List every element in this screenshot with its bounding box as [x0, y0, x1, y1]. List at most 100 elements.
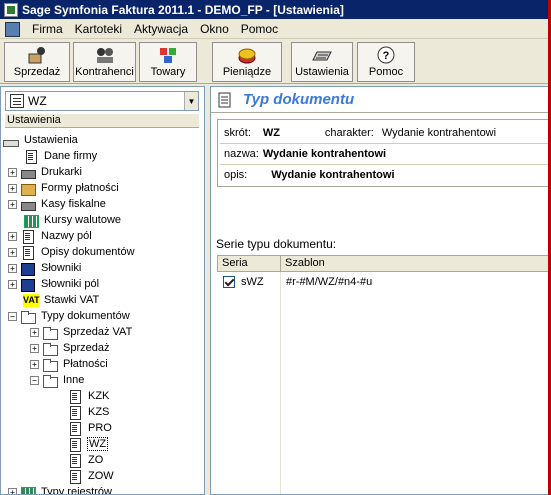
settings-root-icon — [3, 134, 19, 147]
tree-item-dane-firmy[interactable]: Dane firmy — [23, 148, 98, 164]
expand-icon[interactable]: + — [30, 359, 39, 369]
collapse-icon[interactable]: − — [8, 311, 17, 321]
pomoc-button[interactable]: ? Pomoc — [357, 42, 415, 82]
tree-item-sprzedaz-vat[interactable]: + Sprzedaż VAT — [30, 324, 133, 340]
details-header: Typ dokumentu — [211, 87, 551, 113]
tree-item-kzk[interactable]: KZK — [67, 388, 110, 404]
menu-bar: Firma Kartoteki Aktywacja Okno Pomoc — [0, 19, 551, 39]
printer-icon — [20, 166, 36, 179]
combo-value: WZ — [28, 94, 47, 108]
expand-icon[interactable]: + — [8, 167, 17, 177]
tree-item-stawki-vat[interactable]: VAT Stawki VAT — [23, 292, 100, 308]
grid-column-divider — [280, 272, 281, 494]
toolbar: Sprzedaż Kontrahenci Towary Pieniądze Us… — [0, 40, 551, 84]
document-type-combo[interactable]: WZ ▼ — [5, 91, 199, 111]
expand-icon[interactable]: + — [8, 183, 17, 193]
folder-icon — [42, 342, 58, 356]
menu-pomoc[interactable]: Pomoc — [235, 22, 284, 36]
opis-field[interactable]: Wydanie kontrahentowi — [271, 169, 394, 181]
expand-icon[interactable]: + — [30, 327, 39, 337]
collapse-icon[interactable]: − — [30, 375, 39, 385]
registers-icon — [20, 486, 36, 494]
vat-icon: VAT — [23, 293, 40, 307]
menu-aktywacja[interactable]: Aktywacja — [128, 22, 194, 36]
tree-item-kursy-walutowe[interactable]: Kursy walutowe — [23, 212, 122, 228]
expand-icon[interactable]: + — [8, 247, 17, 257]
series-checkbox[interactable] — [223, 276, 235, 288]
nazwa-field[interactable]: Wydanie kontrahentowi — [263, 148, 386, 160]
tree-item-opisy-dokumentow[interactable]: + Opisy dokumentów — [8, 244, 136, 260]
charakter-value: Wydanie kontrahentowi — [381, 127, 497, 139]
tree-item-slowniki[interactable]: + Słowniki — [8, 260, 82, 276]
help-icon: ? — [376, 46, 396, 64]
document-menu-icon[interactable] — [4, 21, 20, 37]
pieniadze-button[interactable]: Pieniądze — [212, 42, 282, 82]
series-code: sWZ — [241, 276, 264, 288]
money-icon — [237, 46, 257, 64]
tree-item-inne[interactable]: − Inne — [30, 372, 85, 388]
expand-icon[interactable]: + — [8, 279, 17, 289]
details-pane: Typ dokumentu skrót: WZ charakter: Wydan… — [210, 86, 551, 495]
tree-item-typy-dokumentow[interactable]: − Typy dokumentów — [8, 308, 131, 324]
tree-item-nazwy-pol[interactable]: + Nazwy pól — [8, 228, 93, 244]
payment-forms-icon — [20, 182, 36, 196]
expand-icon[interactable]: + — [8, 199, 17, 209]
expand-icon[interactable]: + — [30, 343, 39, 353]
chevron-down-icon[interactable]: ▼ — [184, 92, 198, 110]
skrot-field[interactable]: WZ — [262, 127, 315, 140]
series-label: Serie typu dokumentu: — [216, 237, 337, 251]
dictionary-icon — [20, 262, 36, 276]
menu-firma[interactable]: Firma — [26, 22, 69, 36]
tree-item-slowniki-pol[interactable]: + Słowniki pól — [8, 276, 100, 292]
goods-icon — [158, 46, 178, 64]
expand-icon[interactable]: + — [8, 487, 17, 494]
towary-button[interactable]: Towary — [139, 42, 197, 82]
title-bar: Sage Symfonia Faktura 2011.1 - DEMO_FP -… — [0, 0, 551, 19]
tree-item-typy-rejestrow[interactable]: + Typy rejestrów — [8, 484, 113, 494]
menu-kartoteki[interactable]: Kartoteki — [69, 22, 128, 36]
tree-item-zow[interactable]: ZOW — [67, 468, 115, 484]
column-header-seria[interactable]: Seria — [218, 256, 281, 271]
ustawienia-label: Ustawienia — [295, 66, 349, 78]
tree-item-pro[interactable]: PRO — [67, 420, 113, 436]
tree-item-zo[interactable]: ZO — [67, 452, 104, 468]
svg-text:?: ? — [383, 50, 390, 62]
menu-okno[interactable]: Okno — [194, 22, 235, 36]
tree-item-platnosci[interactable]: + Płatności — [30, 356, 109, 372]
ustawienia-button[interactable]: Ustawienia — [291, 42, 353, 82]
form-divider — [220, 164, 550, 165]
expand-icon[interactable]: + — [8, 263, 17, 273]
column-header-szablon[interactable]: Szablon — [281, 256, 551, 271]
pane-header: Ustawienia — [5, 114, 199, 128]
tree-item-wz[interactable]: WZ — [67, 436, 109, 452]
contractors-icon — [95, 46, 115, 64]
opis-row: opis: Wydanie kontrahentowi — [224, 166, 395, 184]
cash-register-icon — [20, 198, 36, 211]
list-icon — [10, 94, 24, 108]
kontrahenci-label: Kontrahenci — [75, 66, 134, 78]
charakter-label: charakter: — [324, 127, 374, 139]
folder-open-icon — [42, 374, 58, 388]
exchange-rates-icon — [23, 214, 39, 228]
document-icon — [67, 453, 83, 468]
sprzedaz-button[interactable]: Sprzedaż — [4, 42, 70, 82]
tree-item-formy-platnosci[interactable]: + Formy płatności — [8, 180, 120, 196]
folder-icon — [42, 358, 58, 372]
sprzedaz-label: Sprzedaż — [13, 66, 61, 78]
document-icon — [67, 389, 83, 404]
expand-icon[interactable]: + — [8, 231, 17, 241]
tree-item-sprzedaz[interactable]: + Sprzedaż — [30, 340, 110, 356]
document-icon — [67, 437, 83, 452]
document-form: skrót: WZ charakter: Wydanie kontrahento… — [217, 119, 551, 187]
tree-item-kzs[interactable]: KZS — [67, 404, 110, 420]
tree-item-ustawienia[interactable]: Ustawienia — [3, 132, 79, 148]
tree-item-kasy-fiskalne[interactable]: + Kasy fiskalne — [8, 196, 107, 212]
pomoc-label: Pomoc — [368, 66, 404, 78]
form-divider — [220, 143, 550, 144]
document-icon — [67, 469, 83, 484]
table-row[interactable]: sWZ #r-#M/WZ/#n4-#u — [217, 273, 551, 291]
tree-item-drukarki[interactable]: + Drukarki — [8, 164, 83, 180]
towary-label: Towary — [150, 66, 186, 78]
kontrahenci-button[interactable]: Kontrahenci — [73, 42, 136, 82]
skrot-label: skrót: — [224, 127, 251, 139]
